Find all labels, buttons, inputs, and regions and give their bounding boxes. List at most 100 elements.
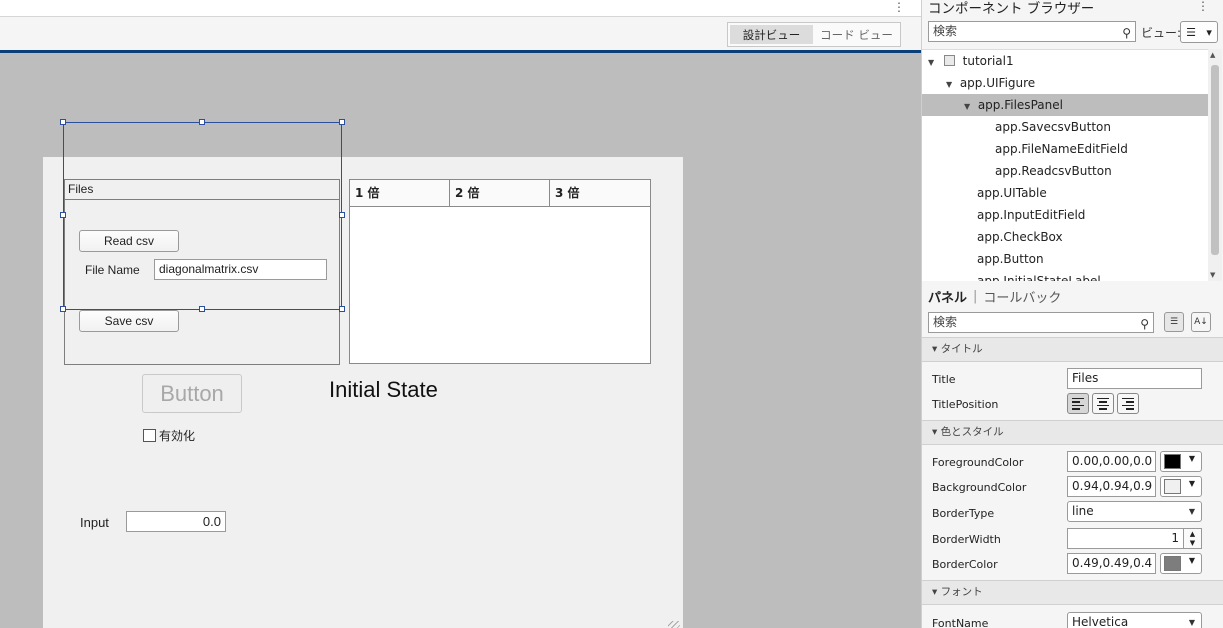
more-options-icon[interactable]: ⋮ bbox=[893, 0, 905, 14]
checkbox-square[interactable] bbox=[143, 429, 156, 442]
border-width-stepper[interactable]: ▲ ▼ bbox=[1184, 528, 1202, 549]
tree-node[interactable]: ▼ tutorial1 bbox=[928, 50, 1208, 72]
prop-border-type-name: BorderType bbox=[932, 507, 995, 520]
prop-title-input[interactable]: Files bbox=[1067, 368, 1202, 389]
component-browser: コンポーネント ブラウザー ⋮ 検索 ⚲ ビュー: ☰ ▾ ▼ tutorial… bbox=[921, 0, 1223, 628]
search-icon[interactable]: ⚲ bbox=[1122, 24, 1131, 43]
scroll-up-icon[interactable]: ▲ bbox=[1210, 51, 1215, 59]
resize-handle[interactable] bbox=[339, 306, 345, 312]
resize-handle[interactable] bbox=[60, 306, 66, 312]
prop-background-input[interactable]: 0.94,0.94,0.9 bbox=[1067, 476, 1156, 497]
background-color-picker[interactable]: ▼ bbox=[1160, 476, 1202, 497]
tree-node[interactable]: app.CheckBox bbox=[977, 226, 1063, 248]
editor-top-strip: ⋮ bbox=[0, 0, 921, 17]
tree-node[interactable]: app.FileNameEditField bbox=[995, 138, 1128, 160]
tree-node-label: app.FilesPanel bbox=[977, 98, 1063, 112]
component-browser-title: コンポーネント ブラウザー bbox=[928, 1, 1095, 17]
prop-border-color-input[interactable]: 0.49,0.49,0.4 bbox=[1067, 553, 1156, 574]
collapse-arrow-icon[interactable]: ▼ bbox=[946, 74, 956, 96]
tree-node[interactable]: app.InitialStateLabel bbox=[977, 270, 1101, 281]
search-placeholder: 検索 bbox=[933, 315, 958, 329]
search-placeholder: 検索 bbox=[933, 24, 958, 38]
table-column-header[interactable]: 3 倍 bbox=[550, 180, 650, 206]
view-toggle: 設計ビュー コード ビュー bbox=[727, 22, 901, 47]
resize-handle[interactable] bbox=[60, 119, 66, 125]
ui-figure[interactable]: Files Read csv File Name diagonalmatrix.… bbox=[43, 157, 683, 628]
prop-border-type-dropdown[interactable]: line ▼ bbox=[1067, 501, 1202, 522]
prop-border-width-input[interactable]: 1 bbox=[1067, 528, 1184, 549]
ui-table[interactable]: 1 倍 2 倍 3 倍 bbox=[349, 179, 651, 364]
prop-font-name-dropdown[interactable]: Helvetica ▼ bbox=[1067, 612, 1202, 628]
component-search-input[interactable]: 検索 ⚲ bbox=[928, 21, 1136, 42]
tree-node[interactable]: app.UITable bbox=[977, 182, 1047, 204]
component-tree: ▼ tutorial1 ▼ app.UIFigure ▼ app.FilesPa… bbox=[922, 49, 1208, 281]
resize-handle[interactable] bbox=[339, 212, 345, 218]
initial-state-label: Initial State bbox=[329, 377, 438, 402]
foreground-color-picker[interactable]: ▼ bbox=[1160, 451, 1202, 472]
more-options-icon[interactable]: ⋮ bbox=[1197, 0, 1209, 12]
table-column-header[interactable]: 2 倍 bbox=[450, 180, 550, 206]
chevron-down-icon: ▾ bbox=[932, 586, 938, 598]
section-color-style-header[interactable]: ▾ 色とスタイル bbox=[922, 420, 1223, 445]
border-color-picker[interactable]: ▼ bbox=[1160, 553, 1202, 574]
design-view-tab[interactable]: 設計ビュー bbox=[730, 25, 813, 44]
tree-scrollbar[interactable]: ▲ ▼ bbox=[1208, 49, 1222, 281]
tree-node-label: app.UIFigure bbox=[959, 76, 1036, 90]
prop-foreground-input[interactable]: 0.00,0.00,0.0 bbox=[1067, 451, 1156, 472]
tree-node[interactable]: app.ReadcsvButton bbox=[995, 160, 1112, 182]
tree-node[interactable]: app.SavecsvButton bbox=[995, 116, 1111, 138]
resize-handle[interactable] bbox=[199, 119, 205, 125]
prop-foreground-name: ForegroundColor bbox=[932, 456, 1024, 469]
app-file-icon bbox=[943, 55, 955, 66]
design-canvas[interactable]: Files Read csv File Name diagonalmatrix.… bbox=[0, 56, 921, 628]
scroll-down-icon[interactable]: ▼ bbox=[1210, 271, 1215, 279]
file-name-edit-field[interactable]: diagonalmatrix.csv bbox=[154, 259, 327, 280]
chevron-down-icon: ▼ bbox=[1188, 556, 1195, 565]
chevron-down-icon: ▾ bbox=[1206, 25, 1212, 39]
tab-divider: | bbox=[973, 289, 978, 304]
group-view-icon[interactable]: ☰ bbox=[1164, 312, 1184, 332]
section-label: フォント bbox=[940, 586, 983, 598]
tab-callback[interactable]: コールバック bbox=[983, 287, 1061, 306]
disabled-button[interactable]: Button bbox=[142, 374, 242, 413]
align-center-icon[interactable] bbox=[1092, 393, 1114, 414]
checkbox-label: 有効化 bbox=[159, 429, 196, 443]
tree-node[interactable]: ▼ app.UIFigure bbox=[946, 72, 1208, 94]
tree-node[interactable]: app.Button bbox=[977, 248, 1044, 270]
code-view-tab[interactable]: コード ビュー bbox=[815, 25, 898, 44]
section-title-header[interactable]: ▾ タイトル bbox=[922, 337, 1223, 362]
tab-panel[interactable]: パネル bbox=[928, 287, 967, 306]
enable-checkbox[interactable]: 有効化 bbox=[143, 427, 195, 444]
collapse-arrow-icon[interactable]: ▼ bbox=[928, 52, 938, 74]
chevron-down-icon: ▾ bbox=[932, 343, 938, 355]
align-right-icon[interactable] bbox=[1117, 393, 1139, 414]
section-font-header[interactable]: ▾ フォント bbox=[922, 580, 1223, 605]
search-icon[interactable]: ⚲ bbox=[1140, 315, 1149, 334]
prop-font-name-name: FontName bbox=[932, 617, 989, 628]
prop-background-name: BackgroundColor bbox=[932, 481, 1027, 494]
view-label: ビュー: bbox=[1141, 26, 1182, 40]
chevron-down-icon: ▾ bbox=[932, 426, 938, 438]
tree-node-selected[interactable]: ▼ app.FilesPanel bbox=[922, 94, 1208, 116]
resize-handle[interactable] bbox=[199, 306, 205, 312]
input-edit-field[interactable]: 0.0 bbox=[126, 511, 226, 532]
step-up-icon[interactable]: ▲ bbox=[1190, 530, 1195, 538]
chevron-down-icon: ▼ bbox=[1188, 479, 1195, 488]
read-csv-button[interactable]: Read csv bbox=[79, 230, 179, 252]
sort-az-icon[interactable]: A↓ bbox=[1191, 312, 1211, 332]
collapse-arrow-icon[interactable]: ▼ bbox=[964, 96, 974, 118]
resize-handle[interactable] bbox=[339, 119, 345, 125]
step-down-icon[interactable]: ▼ bbox=[1190, 539, 1195, 547]
scrollbar-thumb[interactable] bbox=[1211, 65, 1219, 255]
resize-grip-icon[interactable] bbox=[668, 621, 680, 628]
table-column-header[interactable]: 1 倍 bbox=[350, 180, 450, 206]
section-label: 色とスタイル bbox=[940, 426, 1004, 438]
chevron-down-icon: ▼ bbox=[1188, 618, 1195, 627]
align-left-icon[interactable] bbox=[1067, 393, 1089, 414]
view-dropdown[interactable]: ☰ ▾ bbox=[1180, 21, 1218, 43]
save-csv-button[interactable]: Save csv bbox=[79, 310, 179, 332]
resize-handle[interactable] bbox=[60, 212, 66, 218]
tree-node[interactable]: app.InputEditField bbox=[977, 204, 1085, 226]
files-panel[interactable]: Files Read csv File Name diagonalmatrix.… bbox=[64, 179, 340, 365]
property-search-input[interactable]: 検索 ⚲ bbox=[928, 312, 1154, 333]
